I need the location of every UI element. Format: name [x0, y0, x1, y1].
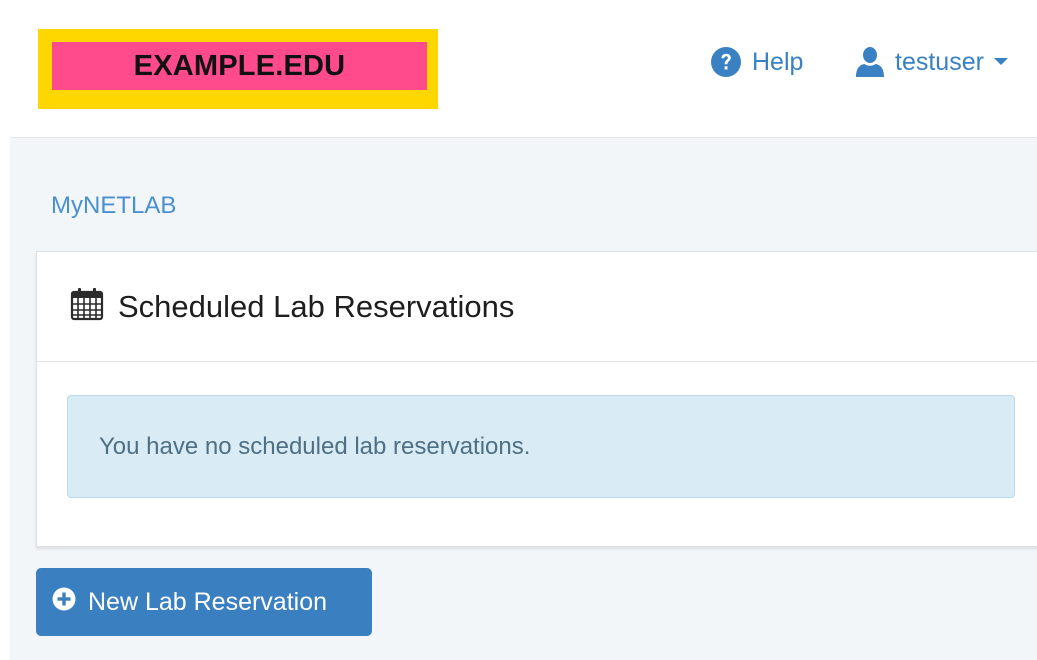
- empty-state-message: You have no scheduled lab reservations.: [99, 432, 531, 460]
- user-menu-toggle[interactable]: testuser: [855, 46, 1008, 78]
- site-logo[interactable]: EXAMPLE.EDU: [38, 29, 438, 109]
- help-link[interactable]: Help: [710, 46, 803, 78]
- username-label: testuser: [895, 47, 984, 76]
- caret-down-icon: [993, 57, 1008, 67]
- plus-circle-icon: [52, 587, 76, 618]
- logo-text: EXAMPLE.EDU: [52, 42, 427, 90]
- question-circle-icon: [710, 46, 742, 78]
- user-icon: [855, 46, 885, 78]
- breadcrumb-home[interactable]: MyNETLAB: [51, 192, 176, 220]
- panel-header: Scheduled Lab Reservations: [37, 252, 1037, 362]
- new-lab-reservation-button[interactable]: New Lab Reservation: [36, 568, 372, 636]
- calendar-icon: [70, 287, 104, 326]
- reservations-panel: Scheduled Lab Reservations You have no s…: [36, 251, 1037, 547]
- top-navbar: EXAMPLE.EDU Help testuser: [10, 10, 1037, 138]
- app-frame: EXAMPLE.EDU Help testuser MyNETLAB Sched…: [10, 10, 1037, 660]
- empty-state-alert: You have no scheduled lab reservations.: [67, 395, 1015, 498]
- help-label: Help: [752, 47, 804, 76]
- panel-title: Scheduled Lab Reservations: [118, 288, 515, 324]
- new-lab-reservation-label: New Lab Reservation: [88, 587, 328, 616]
